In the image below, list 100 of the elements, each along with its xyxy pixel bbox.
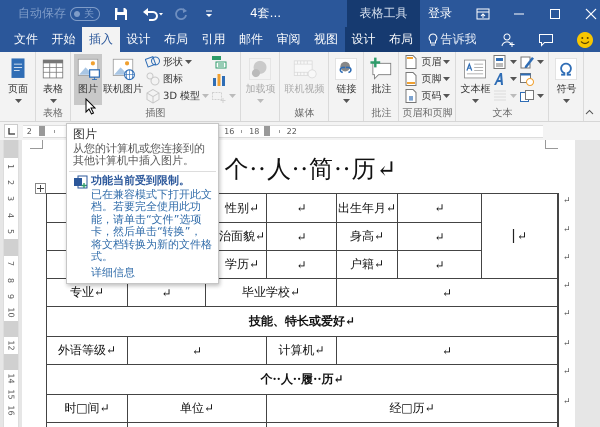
indent-marker[interactable]: [264, 126, 270, 136]
footer-icon: [403, 71, 420, 87]
ribbon-button[interactable]: 符号: [552, 54, 580, 105]
paragraph-mark: ↵: [563, 281, 571, 291]
table-cell: 经□历↵: [267, 395, 558, 423]
close-icon[interactable]: [584, 6, 598, 20]
ruler-margin: [4, 140, 18, 158]
comment-icon[interactable]: [538, 32, 554, 48]
indent-marker: [4, 354, 18, 370]
ribbon-button[interactable]: [518, 54, 546, 70]
tab-stop-icon: [8, 128, 14, 134]
ruler-number: 16: [224, 126, 234, 136]
ribbon-tab[interactable]: 设计: [344, 27, 382, 52]
add-person-icon[interactable]: [500, 32, 516, 48]
customize-icon: [204, 8, 214, 18]
group-label: 页眉和页脚: [402, 106, 452, 121]
sign-in-link[interactable]: 登录: [428, 5, 452, 22]
ribbon-button[interactable]: 批注: [367, 54, 396, 105]
ribbon-button[interactable]: [491, 71, 518, 87]
ribbon-button[interactable]: 链接: [332, 54, 360, 105]
ribbon-button[interactable]: 页眉: [402, 54, 452, 70]
ribbon-display-icon[interactable]: [476, 6, 490, 20]
paragraph-mark: ↵: [563, 309, 571, 319]
ribbon-button[interactable]: 页脚: [402, 71, 452, 87]
ribbon-button[interactable]: 文本框: [459, 54, 492, 105]
ruler-number: 9: [6, 294, 16, 300]
document-title: 个··人··简··历↵: [224, 154, 398, 185]
ribbon-button[interactable]: 形状: [144, 54, 210, 70]
picture-icon: [75, 56, 101, 82]
ruler-number: 7: [6, 261, 16, 266]
ruler-number: 10: [6, 308, 16, 318]
link-icon: [333, 56, 360, 82]
ribbon-tab[interactable]: 布局: [382, 27, 420, 52]
ribbon-tab[interactable]: 视图: [307, 27, 344, 52]
table-cell: ↵: [482, 194, 558, 279]
word-document-icon: [73, 174, 88, 188]
paragraph-mark: ↵: [563, 225, 571, 235]
table-cell: 出生年月↵: [337, 194, 398, 223]
move-arrows-icon: [36, 184, 45, 193]
table-cell: ↵: [398, 251, 482, 279]
shapes-icon: [145, 54, 161, 70]
ruler-number: 16: [6, 406, 16, 416]
tell-me-button[interactable]: 告诉我: [428, 27, 476, 52]
ribbon-button[interactable]: 页码: [402, 88, 452, 104]
autosave-label: 自动保存: [18, 5, 66, 22]
table-move-handle[interactable]: [35, 183, 46, 194]
indent-marker[interactable]: [38, 126, 45, 136]
document-title: 4套...: [250, 5, 282, 22]
group-label: 表格: [43, 106, 63, 121]
ribbon-button[interactable]: 页面: [4, 54, 32, 105]
ribbon-tab[interactable]: 文件: [7, 27, 44, 52]
symbol-icon: [553, 56, 580, 82]
paragraph-mark: ↵: [563, 339, 571, 349]
table-cell: 外语等级↵: [47, 337, 128, 365]
ruler-number: 14: [6, 372, 16, 384]
crop-mark: [545, 140, 558, 149]
table-cell: ↵: [267, 251, 337, 279]
table-cell: ↵: [337, 337, 558, 365]
paragraph-mark: ↵: [563, 397, 571, 407]
ribbon-tab[interactable]: 邮件: [232, 27, 270, 52]
table-cell: ↵: [267, 194, 337, 223]
ribbon-tab[interactable]: 插入: [82, 27, 120, 52]
ribbon-tab[interactable]: 开始: [44, 27, 82, 52]
table-cell: ↵: [398, 194, 482, 223]
object-icon: [519, 88, 536, 104]
table-cell: 身高↵: [337, 223, 398, 251]
table-cell: ↵: [337, 279, 558, 307]
table-cell: 时□间↵: [47, 395, 128, 423]
warning-text: 已在兼容模式下打开此文档。若要完全使用此功能，请单击“文件”选项卡，然后单击“转换”，将文档转换为新的文件格式。: [90, 188, 212, 264]
icon-set-icon: [145, 71, 161, 87]
ribbon-tab[interactable]: 引用: [194, 27, 232, 52]
add-in-icon: [247, 56, 274, 82]
more-info-link[interactable]: 详细信息: [73, 266, 212, 279]
ribbon-button[interactable]: [518, 88, 546, 104]
tooltip-description: 从您的计算机或您连接到的其他计算机中插入图片。: [73, 142, 206, 168]
online-picture-icon: [110, 56, 136, 82]
tab-selector[interactable]: [4, 124, 18, 138]
ribbon-tab[interactable]: 设计: [120, 27, 157, 52]
bar-chart-icon: [211, 71, 228, 87]
warning-title: 功能当前受到限制。: [91, 175, 190, 188]
ribbon-tab[interactable]: 布局: [157, 27, 194, 52]
collapse-ribbon-icon[interactable]: [585, 109, 594, 115]
ruler-number: 2: [26, 126, 32, 136]
ribbon-button[interactable]: 图片: [74, 54, 102, 105]
indent-marker: [4, 320, 18, 338]
ribbon-button[interactable]: [491, 54, 518, 70]
crop-mark: [30, 140, 43, 149]
table-cell: 计算机↵: [267, 337, 337, 365]
ruler-number: 12: [6, 340, 16, 350]
ribbon-button[interactable]: 联机图片: [102, 54, 144, 105]
table-cell: 单位↵: [128, 395, 267, 423]
context-tab-header: 表格工具: [347, 0, 420, 27]
maximize-icon[interactable]: [548, 6, 562, 20]
ribbon-button[interactable]: 表格: [39, 54, 67, 105]
ruler-number: 15: [6, 389, 16, 400]
table-cell: ↵: [128, 337, 267, 365]
ruler-number: 4: [6, 212, 16, 218]
page-number-icon: [403, 88, 420, 104]
smiley-icon[interactable]: [576, 30, 594, 48]
ribbon-tab[interactable]: 审阅: [270, 27, 307, 52]
